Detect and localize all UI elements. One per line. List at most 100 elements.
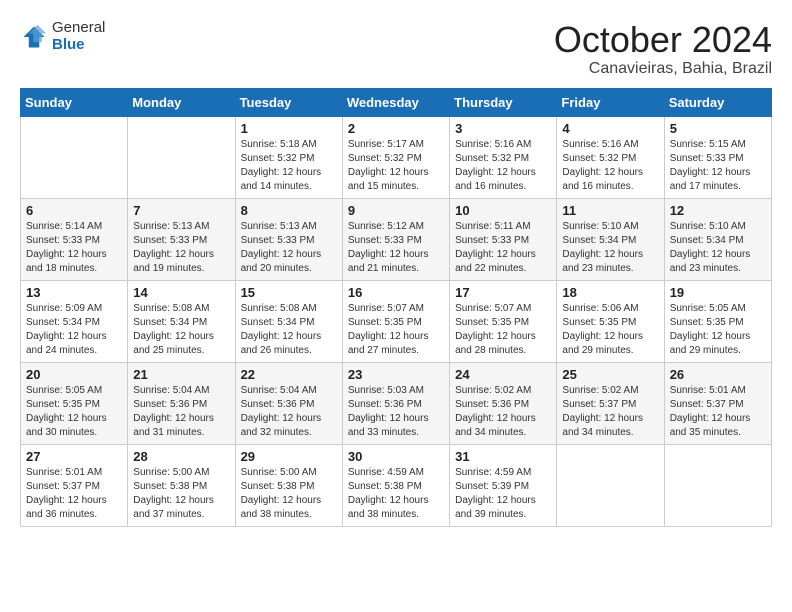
day-number: 5 [670, 121, 766, 136]
month-title: October 2024 [554, 20, 772, 60]
day-info: Sunrise: 5:07 AMSunset: 5:35 PMDaylight:… [348, 302, 444, 358]
day-number: 13 [26, 285, 122, 300]
day-info: Sunrise: 5:16 AMSunset: 5:32 PMDaylight:… [455, 138, 551, 194]
day-info: Sunrise: 5:03 AMSunset: 5:36 PMDaylight:… [348, 384, 444, 440]
day-info: Sunrise: 5:00 AMSunset: 5:38 PMDaylight:… [133, 466, 229, 522]
day-number: 26 [670, 367, 766, 382]
logo-general-text: General [52, 20, 105, 37]
day-info: Sunrise: 5:04 AMSunset: 5:36 PMDaylight:… [241, 384, 337, 440]
day-info: Sunrise: 5:04 AMSunset: 5:36 PMDaylight:… [133, 384, 229, 440]
day-info: Sunrise: 5:02 AMSunset: 5:37 PMDaylight:… [562, 384, 658, 440]
calendar-cell [557, 444, 664, 526]
calendar-cell: 31 Sunrise: 4:59 AMSunset: 5:39 PMDayligh… [450, 444, 557, 526]
day-info: Sunrise: 5:11 AMSunset: 5:33 PMDaylight:… [455, 220, 551, 276]
day-info: Sunrise: 5:08 AMSunset: 5:34 PMDaylight:… [241, 302, 337, 358]
calendar-cell: 30 Sunrise: 4:59 AMSunset: 5:38 PMDayligh… [342, 444, 449, 526]
day-info: Sunrise: 5:07 AMSunset: 5:35 PMDaylight:… [455, 302, 551, 358]
day-info: Sunrise: 5:10 AMSunset: 5:34 PMDaylight:… [670, 220, 766, 276]
day-number: 23 [348, 367, 444, 382]
calendar-cell [128, 116, 235, 198]
calendar-week-row: 13 Sunrise: 5:09 AMSunset: 5:34 PMDayligh… [21, 280, 772, 362]
weekday-row: SundayMondayTuesdayWednesdayThursdayFrid… [21, 88, 772, 116]
calendar-cell [664, 444, 771, 526]
calendar-cell: 22 Sunrise: 5:04 AMSunset: 5:36 PMDayligh… [235, 362, 342, 444]
day-info: Sunrise: 5:00 AMSunset: 5:38 PMDaylight:… [241, 466, 337, 522]
day-info: Sunrise: 5:18 AMSunset: 5:32 PMDaylight:… [241, 138, 337, 194]
day-number: 31 [455, 449, 551, 464]
logo: General Blue [20, 20, 105, 53]
weekday-header: Monday [128, 88, 235, 116]
calendar-cell [21, 116, 128, 198]
page-header: General Blue October 2024 Canavieiras, B… [20, 20, 772, 78]
calendar-cell: 8Sunrise: 5:13 AMSunset: 5:33 PMDaylight… [235, 198, 342, 280]
day-info: Sunrise: 5:17 AMSunset: 5:32 PMDaylight:… [348, 138, 444, 194]
calendar-cell: 27 Sunrise: 5:01 AMSunset: 5:37 PMDayligh… [21, 444, 128, 526]
weekday-header: Sunday [21, 88, 128, 116]
day-info: Sunrise: 5:05 AMSunset: 5:35 PMDaylight:… [26, 384, 122, 440]
day-number: 21 [133, 367, 229, 382]
day-number: 14 [133, 285, 229, 300]
calendar-week-row: 6Sunrise: 5:14 AMSunset: 5:33 PMDaylight… [21, 198, 772, 280]
calendar-cell: 9Sunrise: 5:12 AMSunset: 5:33 PMDaylight… [342, 198, 449, 280]
day-number: 30 [348, 449, 444, 464]
calendar-cell: 5 Sunrise: 5:15 AMSunset: 5:33 PMDaylight… [664, 116, 771, 198]
day-info: Sunrise: 4:59 AMSunset: 5:39 PMDaylight:… [455, 466, 551, 522]
day-info: Sunrise: 5:16 AMSunset: 5:32 PMDaylight:… [562, 138, 658, 194]
calendar-cell: 10Sunrise: 5:11 AMSunset: 5:33 PMDayligh… [450, 198, 557, 280]
day-info: Sunrise: 5:12 AMSunset: 5:33 PMDaylight:… [348, 220, 444, 276]
calendar-cell: 2Sunrise: 5:17 AMSunset: 5:32 PMDaylight… [342, 116, 449, 198]
day-info: Sunrise: 5:06 AMSunset: 5:35 PMDaylight:… [562, 302, 658, 358]
day-number: 3 [455, 121, 551, 136]
day-info: Sunrise: 5:05 AMSunset: 5:35 PMDaylight:… [670, 302, 766, 358]
calendar-cell: 26Sunrise: 5:01 AMSunset: 5:37 PMDayligh… [664, 362, 771, 444]
day-number: 4 [562, 121, 658, 136]
day-number: 27 [26, 449, 122, 464]
weekday-header: Thursday [450, 88, 557, 116]
day-number: 18 [562, 285, 658, 300]
day-number: 29 [241, 449, 337, 464]
calendar-cell: 20Sunrise: 5:05 AMSunset: 5:35 PMDayligh… [21, 362, 128, 444]
day-number: 25 [562, 367, 658, 382]
calendar-week-row: 27 Sunrise: 5:01 AMSunset: 5:37 PMDayligh… [21, 444, 772, 526]
day-number: 15 [241, 285, 337, 300]
day-info: Sunrise: 5:15 AMSunset: 5:33 PMDaylight:… [670, 138, 766, 194]
calendar-header: SundayMondayTuesdayWednesdayThursdayFrid… [21, 88, 772, 116]
day-number: 1 [241, 121, 337, 136]
day-number: 22 [241, 367, 337, 382]
calendar-cell: 7Sunrise: 5:13 AMSunset: 5:33 PMDaylight… [128, 198, 235, 280]
weekday-header: Tuesday [235, 88, 342, 116]
calendar-cell: 23 Sunrise: 5:03 AMSunset: 5:36 PMDayligh… [342, 362, 449, 444]
day-info: Sunrise: 5:09 AMSunset: 5:34 PMDaylight:… [26, 302, 122, 358]
calendar-body: 1 Sunrise: 5:18 AMSunset: 5:32 PMDaylight… [21, 116, 772, 526]
day-number: 16 [348, 285, 444, 300]
calendar-cell: 25 Sunrise: 5:02 AMSunset: 5:37 PMDayligh… [557, 362, 664, 444]
calendar-cell: 11Sunrise: 5:10 AMSunset: 5:34 PMDayligh… [557, 198, 664, 280]
day-number: 12 [670, 203, 766, 218]
calendar-week-row: 20Sunrise: 5:05 AMSunset: 5:35 PMDayligh… [21, 362, 772, 444]
day-number: 28 [133, 449, 229, 464]
day-info: Sunrise: 5:01 AMSunset: 5:37 PMDaylight:… [26, 466, 122, 522]
calendar-cell: 1 Sunrise: 5:18 AMSunset: 5:32 PMDaylight… [235, 116, 342, 198]
calendar-cell: 18 Sunrise: 5:06 AMSunset: 5:35 PMDayligh… [557, 280, 664, 362]
calendar-cell: 4 Sunrise: 5:16 AMSunset: 5:32 PMDaylight… [557, 116, 664, 198]
day-number: 17 [455, 285, 551, 300]
location: Canavieiras, Bahia, Brazil [554, 60, 772, 78]
calendar-cell: 13 Sunrise: 5:09 AMSunset: 5:34 PMDayligh… [21, 280, 128, 362]
calendar-cell: 3 Sunrise: 5:16 AMSunset: 5:32 PMDaylight… [450, 116, 557, 198]
weekday-header: Saturday [664, 88, 771, 116]
day-info: Sunrise: 5:13 AMSunset: 5:33 PMDaylight:… [133, 220, 229, 276]
calendar-cell: 21 Sunrise: 5:04 AMSunset: 5:36 PMDayligh… [128, 362, 235, 444]
calendar-cell: 24 Sunrise: 5:02 AMSunset: 5:36 PMDayligh… [450, 362, 557, 444]
day-number: 11 [562, 203, 658, 218]
day-number: 24 [455, 367, 551, 382]
logo-icon [20, 23, 48, 51]
calendar-cell: 15 Sunrise: 5:08 AMSunset: 5:34 PMDayligh… [235, 280, 342, 362]
logo-blue-text: Blue [52, 37, 105, 54]
calendar-cell: 14Sunrise: 5:08 AMSunset: 5:34 PMDayligh… [128, 280, 235, 362]
day-info: Sunrise: 4:59 AMSunset: 5:38 PMDaylight:… [348, 466, 444, 522]
weekday-header: Friday [557, 88, 664, 116]
calendar-cell: 29 Sunrise: 5:00 AMSunset: 5:38 PMDayligh… [235, 444, 342, 526]
day-number: 8 [241, 203, 337, 218]
day-info: Sunrise: 5:02 AMSunset: 5:36 PMDaylight:… [455, 384, 551, 440]
weekday-header: Wednesday [342, 88, 449, 116]
